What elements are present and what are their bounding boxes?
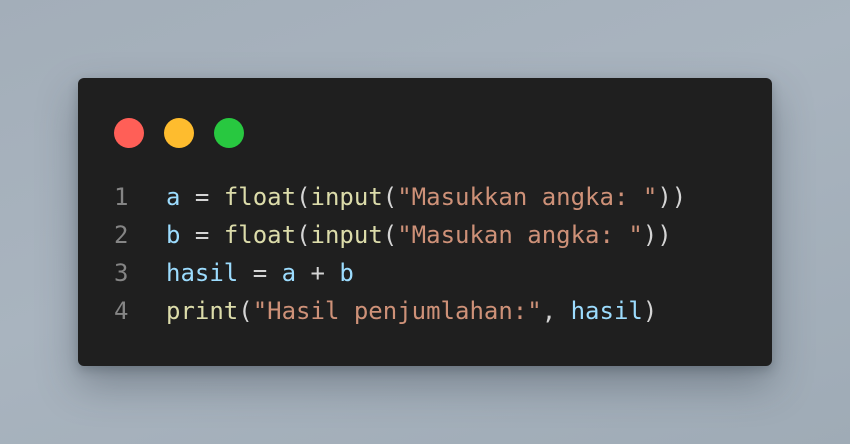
- line-content: hasil = a + b: [166, 254, 354, 292]
- code-token: input: [310, 183, 383, 211]
- code-token: a: [166, 183, 181, 211]
- minimize-dot-icon[interactable]: [164, 118, 194, 148]
- code-token: =: [238, 259, 282, 287]
- code-token: )): [657, 183, 687, 211]
- code-token: (: [296, 183, 311, 211]
- window-controls: [114, 118, 244, 148]
- line-content: print("Hasil penjumlahan:", hasil): [166, 292, 657, 330]
- code-token: +: [296, 259, 340, 287]
- line-number: 4: [114, 297, 129, 325]
- code-token: "Hasil penjumlahan:": [252, 297, 542, 325]
- line-number: 3: [114, 259, 129, 287]
- code-token: (: [296, 221, 311, 249]
- code-token: ,: [541, 297, 571, 325]
- code-token: float: [223, 183, 297, 211]
- code-block: 1a = float(input("Masukkan angka: ")) 2 b …: [114, 178, 686, 330]
- code-token: )): [642, 221, 672, 249]
- code-token: hasil: [166, 259, 239, 287]
- code-token: =: [180, 183, 224, 211]
- line-content: a = float(input("Masukkan angka: ")): [166, 178, 686, 216]
- code-token: =: [180, 221, 224, 249]
- code-line: 4 print("Hasil penjumlahan:", hasil): [114, 292, 686, 330]
- code-token: b: [166, 221, 181, 249]
- code-token: "Masukkan angka: ": [397, 183, 658, 211]
- close-dot-icon[interactable]: [114, 118, 144, 148]
- code-token: (: [238, 297, 253, 325]
- code-token: (: [382, 221, 398, 249]
- code-token: "Masukan angka: ": [397, 221, 643, 249]
- code-token: float: [223, 221, 297, 249]
- code-token: b: [339, 259, 354, 287]
- code-token: a: [281, 259, 297, 287]
- line-number: 1: [114, 183, 129, 211]
- code-token: hasil: [570, 297, 643, 325]
- code-token: input: [310, 221, 383, 249]
- line-content: b = float(input("Masukan angka: ")): [166, 216, 672, 254]
- code-line: 2b = float(input("Masukan angka: ")): [114, 216, 686, 254]
- code-token: print: [166, 297, 239, 325]
- code-line: 3 hasil = a + b: [114, 254, 686, 292]
- code-token: (: [382, 183, 398, 211]
- maximize-dot-icon[interactable]: [214, 118, 244, 148]
- code-token: ): [642, 297, 658, 325]
- code-window: 1a = float(input("Masukkan angka: ")) 2 b …: [78, 78, 772, 366]
- line-number: 2: [114, 221, 129, 249]
- code-line: 1a = float(input("Masukkan angka: ")): [114, 178, 686, 216]
